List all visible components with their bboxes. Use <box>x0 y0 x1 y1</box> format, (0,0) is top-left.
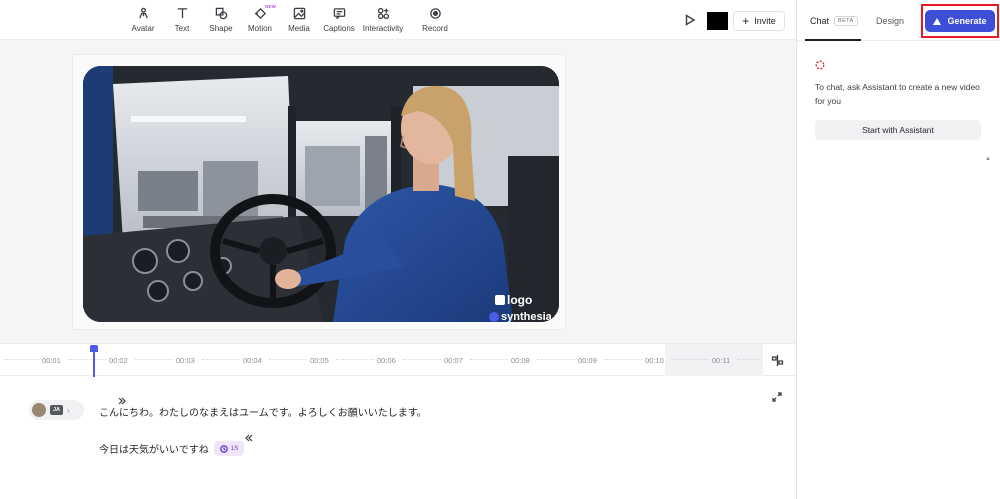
gesture-marker-2[interactable] <box>244 430 254 442</box>
slide-canvas[interactable]: logo synthesia <box>72 54 566 330</box>
timeline-tick: 00:11 <box>712 356 731 365</box>
active-tab-indicator <box>805 39 861 41</box>
timeline-tick: 00:10 <box>645 356 664 365</box>
timeline-tick: 00:06 <box>377 356 396 365</box>
timeline-tick: 00:03 <box>176 356 195 365</box>
tool-captions[interactable]: Captions <box>314 7 364 35</box>
playhead-handle[interactable] <box>90 345 98 352</box>
split-icon <box>771 355 784 366</box>
synthesia-watermark: synthesia <box>489 311 552 322</box>
split-view-toggle[interactable] <box>771 354 784 367</box>
watermark-text: synthesia <box>501 311 552 322</box>
tick-dots <box>4 359 40 361</box>
tool-label: Captions <box>323 24 355 33</box>
logo-text: logo <box>507 293 533 307</box>
invite-label: Invite <box>754 16 776 26</box>
tick-dots <box>738 359 760 361</box>
synthesia-icon <box>489 312 499 322</box>
play-icon <box>685 14 696 26</box>
pause-value: 1S <box>230 445 239 452</box>
invite-button[interactable]: + Invite <box>733 11 785 31</box>
gesture-icon <box>245 434 253 442</box>
captions-icon <box>333 8 345 20</box>
tick-dots <box>269 359 307 361</box>
scroll-up-arrow-icon[interactable]: ▲ <box>985 156 991 162</box>
video-editor: Avatar Text Shape NEW Motion Media Capti… <box>0 0 1000 499</box>
script-line[interactable]: 今日は天気がいいですね <box>99 441 209 456</box>
tick-dots <box>470 359 508 361</box>
expand-script-button[interactable] <box>772 389 782 402</box>
timeline-tick: 00:08 <box>511 356 530 365</box>
interactivity-icon <box>377 7 389 20</box>
tool-label: Text <box>174 24 190 33</box>
tool-label: Avatar <box>131 24 155 33</box>
shape-icon <box>215 7 227 20</box>
tool-record[interactable]: Record <box>410 7 460 35</box>
beta-badge: BETA <box>834 16 858 26</box>
canvas-stage: logo synthesia <box>0 40 796 343</box>
tick-dots <box>537 359 575 361</box>
generate-button[interactable]: Generate <box>925 10 995 32</box>
media-icon <box>293 7 305 20</box>
tool-label: Media <box>288 24 310 33</box>
record-icon <box>429 8 441 19</box>
script-editor[interactable]: JA › こんにちわ。わたしのなまえはユームです。よろしくお願いいたします。 今… <box>0 377 796 499</box>
avatar-icon <box>138 7 148 19</box>
timeline-tick: 00:01 <box>42 356 61 365</box>
generate-label: Generate <box>947 16 987 26</box>
preview-play-button[interactable] <box>684 13 698 27</box>
tick-dots <box>68 359 106 361</box>
tool-label: Record <box>422 24 448 33</box>
gesture-marker-1[interactable] <box>117 393 127 405</box>
timeline-tick: 00:09 <box>578 356 597 365</box>
top-toolbar: Avatar Text Shape NEW Motion Media Capti… <box>0 0 796 40</box>
timeline-tick: 00:05 <box>310 356 329 365</box>
timeline[interactable]: 00:01 00:02 00:03 00:04 00:05 00:06 00:0… <box>0 343 796 377</box>
pause-chip[interactable]: 1S <box>214 441 244 456</box>
background-color-swatch[interactable] <box>707 12 728 30</box>
language-badge: JA <box>50 405 63 415</box>
video-scene-image[interactable]: logo synthesia <box>83 66 559 322</box>
timeline-tick: 00:04 <box>243 356 262 365</box>
avatar <box>32 403 46 417</box>
text-icon <box>177 8 187 19</box>
start-with-assistant-button[interactable]: Start with Assistant <box>815 120 981 140</box>
tick-dots <box>671 359 709 361</box>
tool-interactivity[interactable]: Interactivity <box>358 7 408 35</box>
tool-label: Interactivity <box>362 24 404 33</box>
tool-label: Shape <box>209 24 233 33</box>
tick-dots <box>202 359 240 361</box>
tick-dots <box>403 359 441 361</box>
tool-label: Motion <box>247 24 272 33</box>
truck-driver-illustration <box>83 66 559 322</box>
tick-dots <box>604 359 642 361</box>
clock-icon <box>219 444 228 453</box>
expand-icon <box>772 392 782 402</box>
tab-chat[interactable]: Chat BETA <box>810 16 858 26</box>
assistant-loading-icon <box>815 57 825 70</box>
chevron-right-icon: › <box>67 405 70 415</box>
chat-hint-text: To chat, ask Assistant to create a new v… <box>815 82 980 106</box>
tick-dots <box>336 359 374 361</box>
avatar-language-selector[interactable]: JA › <box>29 400 84 420</box>
plus-icon: + <box>742 14 750 28</box>
right-panel: Chat BETA Design Generate To chat, ask A… <box>796 0 1000 499</box>
warning-triangle-icon <box>933 17 942 25</box>
logo-icon <box>495 295 505 305</box>
timeline-tick: 00:07 <box>444 356 463 365</box>
tab-chat-label: Chat <box>810 16 830 26</box>
brand-logo[interactable]: logo <box>495 293 532 307</box>
tick-dots <box>135 359 173 361</box>
tab-design[interactable]: Design <box>876 16 904 26</box>
script-line[interactable]: こんにちわ。わたしのなまえはユームです。よろしくお願いいたします。 <box>99 404 427 419</box>
timeline-tick: 00:02 <box>109 356 128 365</box>
